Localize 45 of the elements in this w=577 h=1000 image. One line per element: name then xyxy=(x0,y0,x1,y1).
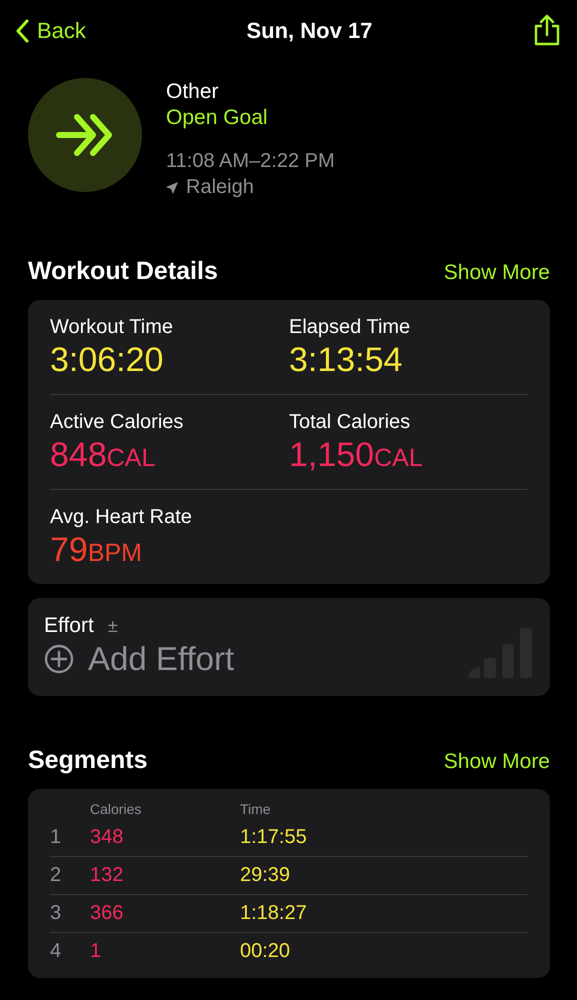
metric-label: Elapsed Time xyxy=(289,316,412,339)
metric-unit: BPM xyxy=(88,539,142,568)
double-arrow-icon xyxy=(55,112,115,158)
metric-value: 79 xyxy=(50,531,88,570)
add-effort-button[interactable]: Add Effort xyxy=(44,640,234,678)
location-arrow-icon xyxy=(166,182,178,194)
segment-time: 1:17:55 xyxy=(240,826,307,848)
segment-time: 29:39 xyxy=(240,864,290,886)
show-more-link[interactable]: Show More xyxy=(444,261,550,285)
time-range: 11:08 AM–2:22 PM xyxy=(166,150,335,173)
metric-value: 3:13:54 xyxy=(289,341,402,380)
segment-number: 3 xyxy=(50,902,62,924)
metric-value: 3:06:20 xyxy=(50,341,164,380)
segment-number: 1 xyxy=(50,826,62,848)
plus-minus-symbol: ± xyxy=(108,616,118,636)
plus-circle-icon xyxy=(44,644,74,674)
workout-type: Other xyxy=(166,80,220,104)
location: Raleigh xyxy=(186,176,254,199)
effort-label: Effort xyxy=(44,614,94,638)
metric-value: 1,150 xyxy=(289,436,374,475)
segment-time: 00:20 xyxy=(240,940,290,962)
metric-unit: CAL xyxy=(374,444,423,473)
section-title: Workout Details xyxy=(28,257,218,286)
segment-time: 1:18:27 xyxy=(240,902,307,924)
segment-calories: 366 xyxy=(90,902,124,924)
metric-unit: CAL xyxy=(106,444,156,473)
chevron-left-icon xyxy=(16,19,29,43)
segment-number: 4 xyxy=(50,940,62,962)
share-icon xyxy=(533,14,561,46)
column-header: Calories xyxy=(90,801,142,817)
segment-number: 2 xyxy=(50,864,62,886)
show-more-link[interactable]: Show More xyxy=(444,750,550,774)
nav-title: Sun, Nov 17 xyxy=(246,18,372,44)
segment-calories: 348 xyxy=(90,826,124,848)
metric-label: Total Calories xyxy=(289,411,412,434)
workout-goal: Open Goal xyxy=(166,106,269,130)
metric-label: Workout Time xyxy=(50,316,174,339)
section-title: Segments xyxy=(28,746,148,775)
segment-calories: 132 xyxy=(90,864,124,886)
metric-label: Active Calories xyxy=(50,411,184,434)
segment-calories: 1 xyxy=(90,940,102,962)
metric-label: Avg. Heart Rate xyxy=(50,506,193,529)
column-header: Time xyxy=(240,801,271,817)
back-button[interactable]: Back xyxy=(16,18,86,44)
metric-value: 848 xyxy=(50,436,107,475)
